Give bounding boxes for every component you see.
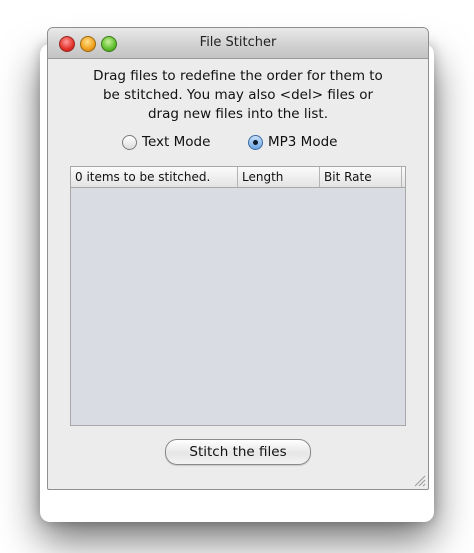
stitch-file-list[interactable]: 0 items to be stitched. Length Bit Rate [70,166,406,426]
instructions-line: Drag files to redefine the order for the… [93,68,383,84]
column-header-length[interactable]: Length [238,167,320,187]
instructions-line: drag new files into the list. [147,106,329,122]
text-mode-radio[interactable]: Text Mode [122,134,210,150]
resize-grip-icon[interactable] [412,473,426,487]
mp3-mode-radio[interactable]: MP3 Mode [248,134,337,150]
window-title: File Stitcher [199,35,277,50]
radio-checked-icon[interactable] [248,134,263,150]
table-body[interactable] [71,188,405,425]
instructions-line: be stitched. You may also <del> files or [102,87,374,103]
title-bar[interactable]: File Stitcher [48,28,428,59]
mode-selector: Text Mode MP3 Mode [48,134,428,152]
instructions-text: Drag files to redefine the order for the… [63,67,413,124]
mp3-mode-label[interactable]: MP3 Mode [268,134,337,150]
text-mode-label[interactable]: Text Mode [142,134,210,150]
column-header-items[interactable]: 0 items to be stitched. [71,167,238,187]
stitch-files-button[interactable]: Stitch the files [165,439,311,465]
file-stitcher-window: File Stitcher Drag files to redefine the… [47,27,429,490]
table-header: 0 items to be stitched. Length Bit Rate [71,167,405,188]
column-header-bit-rate[interactable]: Bit Rate [320,167,402,187]
radio-unchecked-icon[interactable] [122,134,137,150]
